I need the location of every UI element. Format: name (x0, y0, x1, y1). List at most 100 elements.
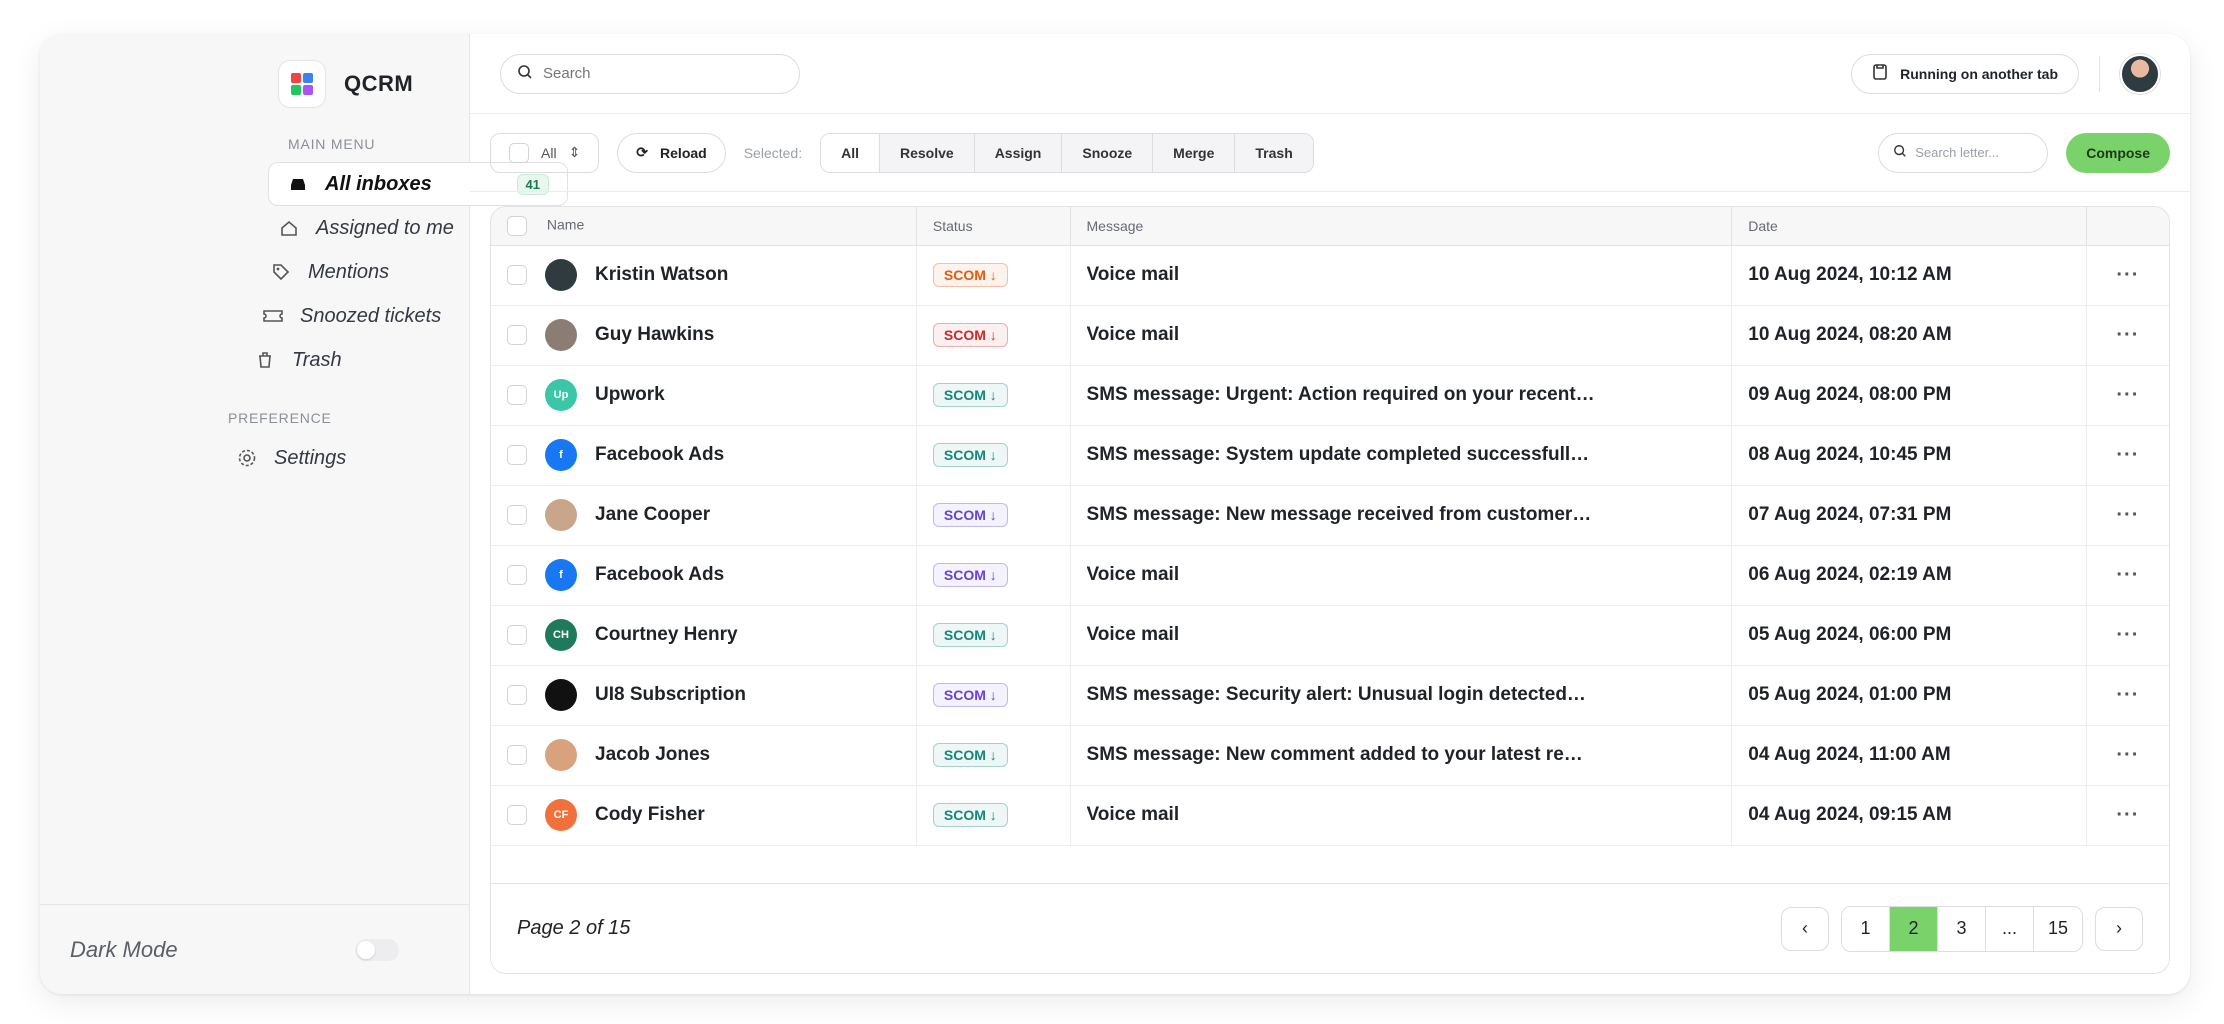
action-trash-button[interactable]: Trash (1235, 133, 1313, 172)
more-options-icon[interactable]: ··· (2086, 245, 2169, 306)
page-button-current[interactable]: 2 (1890, 906, 1938, 951)
action-snooze-button[interactable]: Snooze (1062, 133, 1154, 172)
table-row[interactable]: CH Courtney Henry SCOM ↓ Voice mail 05 A… (491, 605, 2169, 666)
search-icon (517, 64, 533, 84)
more-options-icon[interactable]: ··· (2086, 485, 2169, 546)
main-menu-label: MAIN MENU (288, 136, 376, 152)
message-date: 04 Aug 2024, 11:00 AM (1748, 744, 1951, 765)
message-date: 07 Aug 2024, 07:31 PM (1748, 504, 1952, 525)
column-header-message[interactable]: Message (1070, 207, 1733, 246)
contact-avatar (545, 259, 577, 291)
message-cell: SMS message: System update completed suc… (1070, 425, 1733, 486)
row-checkbox[interactable] (507, 325, 527, 345)
row-checkbox[interactable] (507, 805, 527, 825)
action-resolve-button[interactable]: Resolve (879, 133, 975, 172)
message-preview: SMS message: System update completed suc… (1086, 444, 1590, 465)
dark-mode-toggle[interactable] (355, 938, 399, 961)
column-header-name[interactable]: Name (491, 207, 917, 246)
table-row[interactable]: f Facebook Ads SCOM ↓ Voice mail 06 Aug … (491, 545, 2169, 606)
action-merge-button[interactable]: Merge (1153, 133, 1236, 172)
name-cell: UI8 Subscription (491, 665, 917, 726)
row-checkbox[interactable] (507, 385, 527, 405)
row-checkbox[interactable] (507, 565, 527, 585)
status-text: SCOM (943, 447, 986, 463)
table-row[interactable]: UI8 Subscription SCOM ↓ SMS message: Sec… (491, 665, 2169, 726)
name-cell: CF Cody Fisher (491, 785, 917, 846)
arrow-down-icon: ↓ (989, 567, 997, 583)
user-avatar[interactable] (2120, 53, 2160, 94)
home-icon (278, 217, 300, 239)
name-cell: CH Courtney Henry (491, 605, 917, 666)
date-cell: 08 Aug 2024, 10:45 PM (1731, 425, 2087, 486)
more-options-icon[interactable]: ··· (2086, 665, 2169, 726)
message-preview: SMS message: Urgent: Action required on … (1086, 384, 1595, 405)
action-assign-button[interactable]: Assign (974, 133, 1063, 172)
status-badge: SCOM ↓ (932, 503, 1008, 527)
message-cell: Voice mail (1070, 785, 1733, 846)
row-checkbox[interactable] (507, 745, 527, 765)
table-row[interactable]: Jane Cooper SCOM ↓ SMS message: New mess… (491, 485, 2169, 546)
table-row[interactable]: Up Upwork SCOM ↓ SMS message: Urgent: Ac… (491, 365, 2169, 426)
reload-button[interactable]: ⟳ Reload (617, 132, 726, 173)
ticket-icon (262, 305, 284, 327)
page-button[interactable]: 3 (1938, 906, 1986, 951)
search-input[interactable] (543, 65, 763, 82)
status-badge: SCOM ↓ (932, 323, 1008, 347)
table-row[interactable]: f Facebook Ads SCOM ↓ SMS message: Syste… (491, 425, 2169, 486)
next-page-button[interactable]: › (2095, 906, 2143, 951)
letter-search-box[interactable]: Search letter... (1878, 132, 2049, 173)
more-options-icon[interactable]: ··· (2086, 545, 2169, 606)
contact-name: Kristin Watson (595, 264, 729, 285)
message-preview: Voice mail (1086, 324, 1180, 345)
date-cell: 10 Aug 2024, 10:12 AM (1731, 245, 2087, 306)
status-cell: SCOM ↓ (916, 665, 1071, 726)
column-header-status[interactable]: Status (916, 207, 1071, 246)
message-cell: SMS message: Security alert: Unusual log… (1070, 665, 1733, 726)
top-bar: Running on another tab (470, 34, 2190, 114)
more-options-icon[interactable]: ··· (2086, 605, 2169, 666)
status-text: SCOM (943, 567, 986, 583)
header-checkbox[interactable] (507, 215, 527, 236)
row-checkbox[interactable] (507, 265, 527, 285)
preference-label: PREFERENCE (228, 410, 332, 426)
more-options-icon[interactable]: ··· (2086, 425, 2169, 486)
status-cell: SCOM ↓ (916, 545, 1071, 606)
brand[interactable]: QCRM (278, 60, 441, 108)
page-button[interactable]: 1 (1842, 906, 1890, 951)
page-numbers: 1 2 3 ... 15 (1841, 905, 2083, 952)
compose-button[interactable]: Compose (2066, 132, 2170, 173)
row-checkbox[interactable] (507, 685, 527, 705)
column-header-date[interactable]: Date (1731, 207, 2087, 246)
contact-avatar (545, 739, 577, 771)
running-on-another-tab-button[interactable]: Running on another tab (1851, 53, 2079, 94)
more-options-icon[interactable]: ··· (2086, 305, 2169, 366)
arrow-down-icon: ↓ (989, 447, 997, 463)
table-row[interactable]: Guy Hawkins SCOM ↓ Voice mail 10 Aug 202… (491, 305, 2169, 366)
message-cell: Voice mail (1070, 545, 1733, 606)
message-date: 04 Aug 2024, 09:15 AM (1748, 804, 1952, 825)
table-row[interactable]: Jacob Jones SCOM ↓ SMS message: New comm… (491, 725, 2169, 786)
row-checkbox[interactable] (507, 445, 527, 465)
row-checkbox[interactable] (507, 505, 527, 525)
table-row[interactable]: CF Cody Fisher SCOM ↓ Voice mail 04 Aug … (491, 785, 2169, 846)
contact: CF Cody Fisher (507, 799, 900, 831)
contact-name: Jacob Jones (595, 744, 711, 765)
select-all-filter[interactable]: All ⇕ (490, 132, 600, 173)
tab-icon (1872, 63, 1888, 84)
more-options-icon[interactable]: ··· (2086, 725, 2169, 786)
action-all-button[interactable]: All (821, 133, 880, 172)
more-options-icon[interactable]: ··· (2086, 365, 2169, 426)
status-cell: SCOM ↓ (916, 605, 1071, 666)
arrow-down-icon: ↓ (989, 807, 997, 823)
prev-page-button[interactable]: ‹ (1781, 906, 1829, 951)
search-box[interactable] (500, 53, 800, 94)
page-button[interactable]: 15 (2034, 906, 2082, 951)
contact: UI8 Subscription (507, 679, 900, 711)
date-cell: 06 Aug 2024, 02:19 AM (1731, 545, 2087, 606)
more-options-icon[interactable]: ··· (2086, 785, 2169, 846)
table-row[interactable]: Kristin Watson SCOM ↓ Voice mail 10 Aug … (491, 245, 2169, 306)
name-cell: f Facebook Ads (491, 545, 917, 606)
sidebar-item-label: Assigned to me (316, 216, 454, 239)
row-checkbox[interactable] (507, 625, 527, 645)
select-all-checkbox[interactable] (509, 142, 529, 163)
